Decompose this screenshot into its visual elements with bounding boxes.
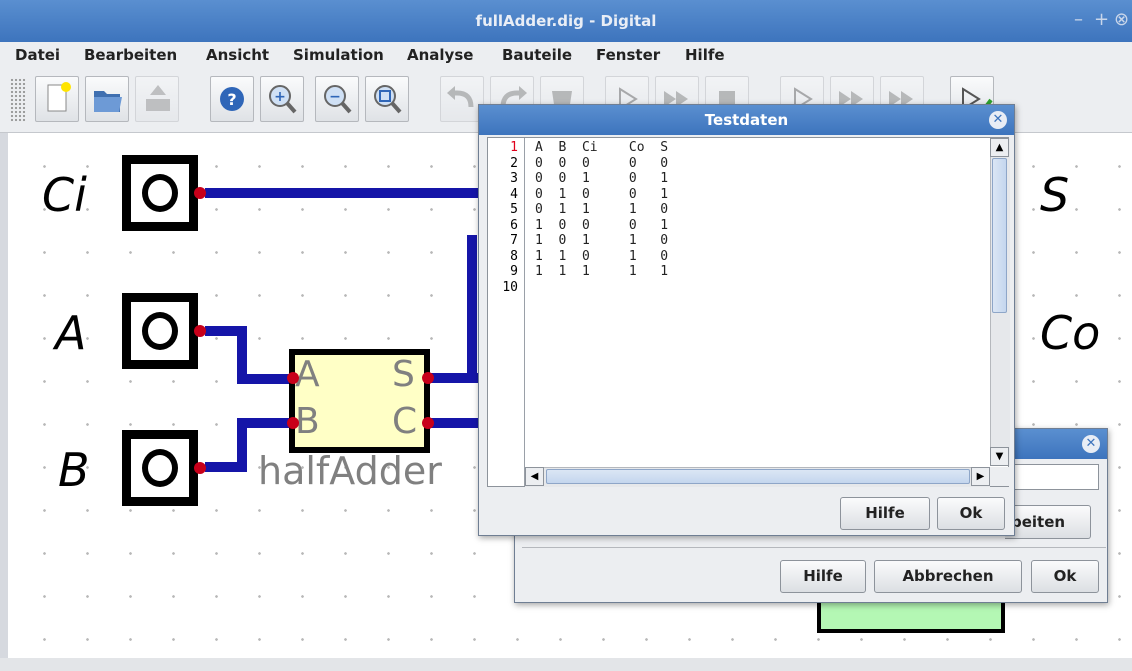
toolbar-grip[interactable] [10,78,26,122]
zoom-fit-button[interactable] [365,76,409,122]
test-data-line[interactable]: A B Ci Co S [535,140,985,156]
test-data-line[interactable] [535,280,985,296]
zoom-in-icon: + [269,85,297,114]
line-number: 4 [510,186,518,202]
test-data-line[interactable]: 0 0 1 0 1 [535,171,985,187]
menu-bauteile[interactable]: Bauteile [502,46,572,64]
menu-ansicht[interactable]: Ansicht [206,46,269,64]
zoom-fit-icon [374,85,402,114]
horizontal-scroll-thumb[interactable] [546,469,970,484]
test-data-line[interactable]: 0 0 0 0 0 [535,156,985,172]
line-number: 10 [502,279,518,295]
zoom-out-icon: − [324,85,352,114]
svg-text:−: − [329,89,341,105]
back-help-button[interactable]: Hilfe [780,560,866,593]
wire-ci [205,188,490,198]
svg-text:?: ? [227,90,236,109]
half-adder-b-pin [287,417,299,429]
test-data-line[interactable]: 1 1 1 1 1 [535,264,985,280]
input-ci-label: Ci [42,168,87,222]
half-adder-pin-a: A [295,354,320,395]
line-number: 9 [510,264,518,279]
wire-b-3 [237,418,292,428]
wire-c [428,418,478,428]
testdaten-ok-button[interactable]: Ok [937,497,1005,530]
test-data-line[interactable]: 0 1 1 1 0 [535,202,985,218]
save-button[interactable] [135,76,179,122]
scroll-corner [990,467,1009,486]
zoom-in-button[interactable]: + [260,76,304,122]
wire-s-vertical [467,235,477,380]
half-adder-c-pin [422,417,434,429]
window-title: fullAdder.dig - Digital [475,12,657,30]
input-a-indicator [142,312,178,350]
save-icon [146,85,170,111]
back-ok-button[interactable]: Ok [1031,560,1099,593]
new-file-button[interactable] [35,76,79,122]
scroll-up-icon[interactable]: ▲ [990,138,1009,157]
scroll-down-icon[interactable]: ▼ [990,447,1009,466]
input-b-pin [194,462,206,474]
scroll-left-icon[interactable]: ◀ [525,467,544,486]
line-number: 6 [510,217,518,233]
menu-bearbeiten[interactable]: Bearbeiten [84,46,177,64]
menu-datei[interactable]: Datei [15,46,60,64]
output-co-label: Co [1040,306,1101,360]
test-data-line[interactable]: 0 1 0 0 1 [535,187,985,203]
input-ci[interactable] [122,155,198,231]
menu-fenster[interactable]: Fenster [596,46,660,64]
line-number: 2 [510,155,518,171]
cancel-button[interactable]: Abbrechen [874,560,1022,593]
testdaten-close-icon[interactable]: ✕ [989,111,1007,129]
vertical-scroll-thumb[interactable] [992,158,1007,313]
status-bar [0,658,1132,671]
input-a-pin [194,325,206,337]
menu-hilfe[interactable]: Hilfe [685,46,725,64]
input-a[interactable] [122,293,198,369]
testdaten-help-button[interactable]: Hilfe [840,497,930,530]
undo-icon [447,86,474,108]
half-adder-pin-c: C [392,401,418,442]
half-adder-pin-s: S [392,354,415,395]
close-icon[interactable]: ⊗ [1114,10,1129,30]
scroll-right-icon[interactable]: ▶ [971,467,990,486]
edit-test-data-button[interactable]: beiten [1005,505,1091,539]
open-folder-icon [94,91,122,112]
input-ci-indicator [142,174,178,212]
input-b-indicator [142,449,178,487]
half-adder-s-pin [422,372,434,384]
new-file-icon [47,82,71,112]
test-case-dialog-close-icon[interactable]: ✕ [1082,435,1100,453]
half-adder-a-pin [287,372,299,384]
zoom-out-button[interactable]: − [315,76,359,122]
menu-analyse[interactable]: Analyse [407,46,473,64]
line-number: 7 [510,233,518,248]
maximize-icon[interactable]: + [1094,10,1109,30]
minimize-icon[interactable]: – [1074,10,1083,30]
wire-a-3 [237,374,292,384]
open-button[interactable] [85,76,129,122]
test-data-text[interactable]: A B Ci Co S0 0 0 0 00 0 1 0 10 1 0 0 10 … [535,140,985,295]
input-b-label: B [58,443,90,497]
line-number: 1 [510,140,518,155]
menu-simulation[interactable]: Simulation [293,46,384,64]
input-ci-pin [194,187,206,199]
line-number: 8 [510,248,518,264]
input-a-label: A [55,306,87,360]
line-number: 5 [510,202,518,217]
svg-text:+: + [274,89,286,105]
test-data-line[interactable]: 1 1 0 1 0 [535,249,985,265]
test-case-name-field[interactable] [1005,464,1099,490]
line-numbers: 1 2 3 4 5 6 7 8 9 10 [488,140,518,295]
input-b[interactable] [122,430,198,506]
output-s-label: S [1040,168,1070,222]
help-icon: ? [220,87,244,111]
help-button[interactable]: ? [210,76,254,122]
test-data-line[interactable]: 1 0 1 1 0 [535,233,985,249]
test-data-line[interactable]: 1 0 0 0 1 [535,218,985,234]
testdaten-dialog-title: Testdaten [479,105,1014,135]
line-number: 3 [510,171,518,186]
dialog-divider [522,547,1106,548]
half-adder-name: halfAdder [258,449,442,493]
